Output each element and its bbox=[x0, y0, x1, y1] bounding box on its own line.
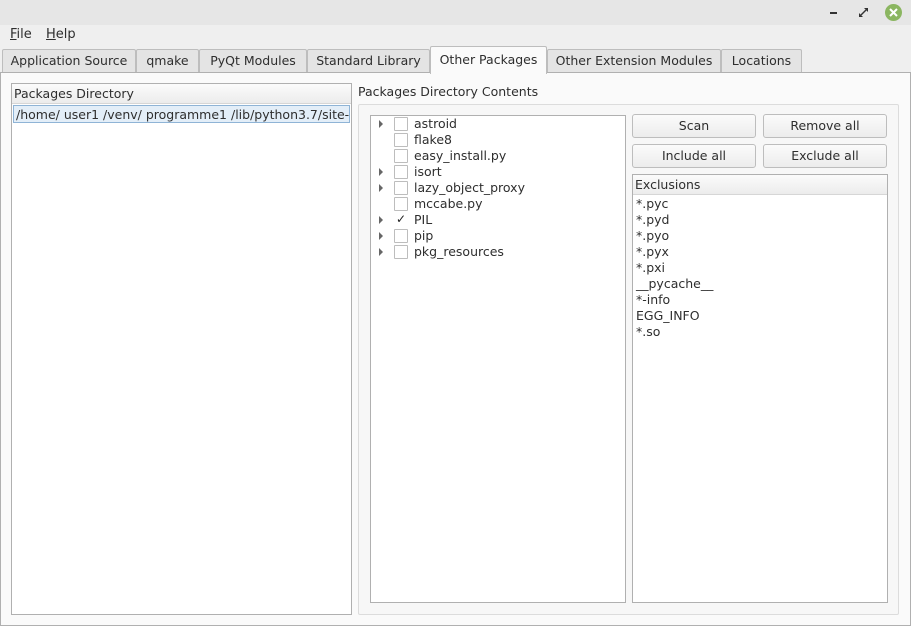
tree-item[interactable]: flake8 bbox=[371, 132, 625, 148]
tree-item[interactable]: ✓ PIL bbox=[371, 212, 625, 228]
tree-item-checkbox[interactable] bbox=[394, 181, 408, 195]
exclusion-item[interactable]: *.pxi bbox=[633, 260, 887, 276]
menu-file[interactable]: File bbox=[10, 27, 32, 42]
tree-item-checkbox[interactable] bbox=[394, 197, 408, 211]
tree-item-label: pip bbox=[414, 228, 434, 243]
expand-arrow-icon[interactable] bbox=[379, 120, 383, 128]
include-all-button[interactable]: Include all bbox=[632, 144, 756, 168]
menu-help[interactable]: Help bbox=[46, 27, 76, 42]
menu-bar: File Help bbox=[0, 25, 911, 45]
menu-help-mnemonic: H bbox=[46, 27, 56, 42]
tree-item[interactable]: lazy_object_proxy bbox=[371, 180, 625, 196]
packages-directory-list[interactable]: Packages Directory /home/ user1 /venv/ p… bbox=[11, 83, 352, 615]
tab-pyqt-modules[interactable]: PyQt Modules bbox=[199, 49, 307, 73]
tree-item-label: easy_install.py bbox=[414, 148, 507, 163]
tree-item-label: mccabe.py bbox=[414, 196, 483, 211]
package-tree[interactable]: astroid flake8 easy_install.py isort lazy_ob… bbox=[370, 115, 626, 603]
tree-item-label: isort bbox=[414, 164, 442, 179]
minimize-icon bbox=[830, 11, 837, 14]
tree-item[interactable]: pip bbox=[371, 228, 625, 244]
expand-arrow-icon[interactable] bbox=[379, 248, 383, 256]
expand-arrow-icon[interactable] bbox=[379, 232, 383, 240]
exclusion-item[interactable]: __pycache__ bbox=[633, 276, 887, 292]
minimize-button[interactable] bbox=[825, 4, 842, 21]
exclusions-list[interactable]: Exclusions *.pyc *.pyd *.pyo *.pyx *.pxi __py… bbox=[632, 174, 888, 603]
remove-all-button[interactable]: Remove all bbox=[763, 114, 887, 138]
tree-item-checkbox[interactable] bbox=[394, 165, 408, 179]
tree-item-checkbox[interactable]: ✓ bbox=[394, 213, 408, 227]
tab-standard-library[interactable]: Standard Library bbox=[307, 49, 430, 73]
close-icon bbox=[889, 8, 898, 17]
tree-item-label: astroid bbox=[414, 116, 457, 131]
tab-other-packages[interactable]: Other Packages bbox=[430, 46, 547, 74]
exclusion-item[interactable]: *.pyx bbox=[633, 244, 887, 260]
tab-other-extension-modules[interactable]: Other Extension Modules bbox=[547, 49, 721, 73]
tree-item-checkbox[interactable] bbox=[394, 133, 408, 147]
expand-arrow-icon[interactable] bbox=[379, 216, 383, 224]
close-button[interactable] bbox=[885, 4, 902, 21]
tree-item[interactable]: easy_install.py bbox=[371, 148, 625, 164]
tab-locations[interactable]: Locations bbox=[721, 49, 802, 73]
exclusion-item[interactable]: *.so bbox=[633, 324, 887, 340]
exclusion-item[interactable]: *.pyd bbox=[633, 212, 887, 228]
tab-bar: Application Source qmake PyQt Modules St… bbox=[0, 46, 911, 74]
tree-item[interactable]: isort bbox=[371, 164, 625, 180]
title-bar bbox=[0, 0, 911, 25]
tree-item-checkbox[interactable] bbox=[394, 245, 408, 259]
exclude-all-button[interactable]: Exclude all bbox=[763, 144, 887, 168]
tab-application-source[interactable]: Application Source bbox=[2, 49, 136, 73]
exclusion-item[interactable]: *-info bbox=[633, 292, 887, 308]
tree-item-label: pkg_resources bbox=[414, 244, 504, 259]
tree-item-checkbox[interactable] bbox=[394, 117, 408, 131]
tree-item-label: lazy_object_proxy bbox=[414, 180, 525, 195]
tab-qmake[interactable]: qmake bbox=[136, 49, 199, 73]
tree-item-label: PIL bbox=[414, 212, 433, 227]
tree-item-checkbox[interactable] bbox=[394, 149, 408, 163]
exclusion-item[interactable]: *.pyo bbox=[633, 228, 887, 244]
tree-item-checkbox[interactable] bbox=[394, 229, 408, 243]
tree-item[interactable]: astroid bbox=[371, 116, 625, 132]
tree-item[interactable]: mccabe.py bbox=[371, 196, 625, 212]
expand-arrow-icon[interactable] bbox=[379, 168, 383, 176]
contents-group-title: Packages Directory Contents bbox=[358, 84, 539, 99]
packages-directory-header: Packages Directory bbox=[12, 84, 351, 104]
tree-item-label: flake8 bbox=[414, 132, 452, 147]
scan-button[interactable]: Scan bbox=[632, 114, 756, 138]
menu-help-label: elp bbox=[55, 27, 76, 42]
exclusions-header: Exclusions bbox=[633, 175, 887, 195]
menu-file-label: ile bbox=[16, 27, 32, 42]
maximize-icon bbox=[859, 8, 868, 17]
expand-arrow-icon[interactable] bbox=[379, 184, 383, 192]
packages-directory-row[interactable]: /home/ user1 /venv/ programme1 /lib/pyth… bbox=[13, 105, 350, 123]
exclusion-item[interactable]: *.pyc bbox=[633, 196, 887, 212]
exclusion-item[interactable]: EGG_INFO bbox=[633, 308, 887, 324]
tree-item[interactable]: pkg_resources bbox=[371, 244, 625, 260]
maximize-button[interactable] bbox=[855, 4, 872, 21]
